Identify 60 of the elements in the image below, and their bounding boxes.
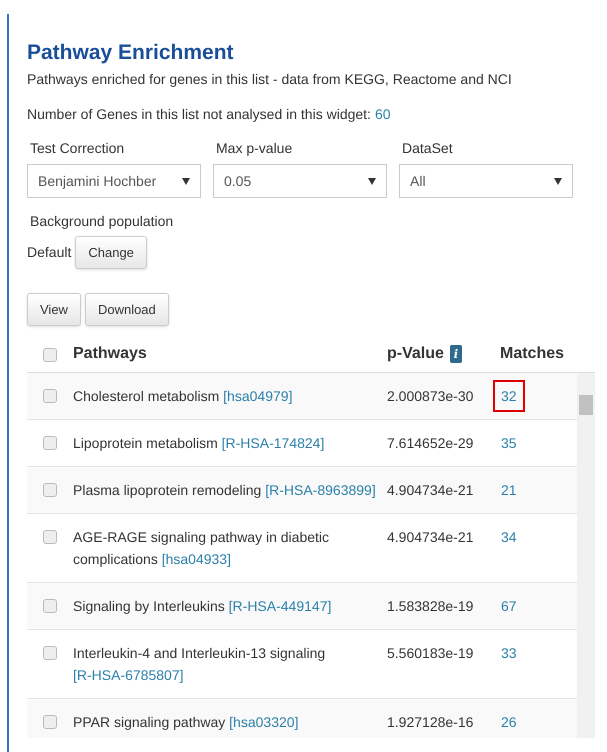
gene-count-link[interactable]: 60 [374, 104, 391, 125]
matches-link[interactable]: 35 [493, 433, 525, 453]
toolbar-button[interactable]: Download [84, 293, 169, 326]
checkbox[interactable] [43, 646, 57, 660]
pathway-name: PPAR signaling pathway [hsa03320] [73, 713, 300, 732]
p-value: 2.000873e-30 [387, 387, 474, 406]
toolbar-button[interactable]: View [27, 293, 81, 326]
filter-label: DataSet [401, 139, 454, 158]
change-button[interactable]: Change [75, 236, 147, 269]
pathway-id-link[interactable]: [hsa03320] [229, 714, 298, 730]
select-dropdown[interactable]: All [399, 164, 573, 198]
pathway-id-link[interactable]: [R-HSA-6785807] [73, 667, 184, 683]
background-label: Background population [29, 212, 174, 231]
matches-link[interactable]: 32 [493, 380, 525, 412]
p-value: 4.904734e-21 [387, 481, 474, 500]
pathway-id-link[interactable]: [R-HSA-174824] [222, 435, 324, 451]
p-value: 1.583828e-19 [387, 597, 474, 616]
column-header: Matches [500, 344, 564, 364]
column-header: p-Value [387, 344, 444, 364]
filter-label: Max p-value [215, 139, 294, 158]
checkbox[interactable] [43, 530, 57, 544]
checkbox[interactable] [43, 348, 57, 362]
select-dropdown[interactable]: 0.05 [213, 164, 387, 198]
matches-link[interactable]: 33 [493, 643, 525, 663]
matches-link[interactable]: 21 [493, 480, 525, 500]
background-value: Default [27, 243, 72, 262]
info-icon[interactable]: i [450, 345, 462, 363]
pathway-name: Lipoprotein metabolism [R-HSA-174824] [73, 434, 326, 453]
p-value: 4.904734e-21 [387, 528, 474, 547]
pathway-id-link[interactable]: [R-HSA-8963899] [265, 482, 376, 498]
filter-label: Test Correction [29, 139, 126, 158]
scrollbar[interactable] [577, 373, 595, 738]
matches-link[interactable]: 26 [493, 712, 525, 732]
checkbox[interactable] [43, 436, 57, 450]
pathway-name: Signaling by Interleukins [R-HSA-449147] [73, 597, 332, 616]
checkbox[interactable] [43, 599, 57, 613]
scrollbar-thumb[interactable] [579, 395, 593, 415]
widget-description: Pathways enriched for genes in this list - data from KEGG, Reactome and NCI [27, 70, 513, 89]
pathway-name: Cholesterol metabolism [hsa04979] [73, 387, 294, 406]
p-value: 5.560183e-19 [387, 644, 474, 663]
pathway-id-link[interactable]: [R-HSA-449147] [228, 598, 332, 614]
matches-link[interactable]: 67 [493, 596, 525, 616]
pathway-name: Plasma lipoprotein remodeling [R-HSA-8963899] [73, 481, 377, 500]
column-header: Pathways [73, 344, 148, 364]
p-value: 7.614652e-29 [387, 434, 474, 453]
not-analysed-label: Number of Genes in this list not analysed in this widget: [27, 105, 371, 124]
checkbox[interactable] [43, 483, 57, 497]
checkbox[interactable] [43, 389, 57, 403]
checkbox[interactable] [43, 715, 57, 729]
caret-icon [368, 178, 376, 184]
caret-icon [182, 178, 190, 184]
matches-link[interactable]: 34 [493, 527, 525, 547]
widget-title: Pathway Enrichment [27, 40, 235, 66]
caret-icon [554, 178, 562, 184]
p-value: 1.927128e-16 [387, 713, 474, 732]
pathway-id-link[interactable]: [hsa04979] [223, 388, 292, 404]
pathway-name: AGE-RAGE signaling pathway in diabetic complications [hsa04933] [73, 528, 330, 569]
pathway-id-link[interactable]: [hsa04933] [162, 551, 231, 567]
pathway-name: Interleukin-4 and Interleukin-13 signaling [R-HSA-6785807] [73, 644, 326, 685]
select-dropdown[interactable]: Benjamini Hochber [27, 164, 201, 198]
